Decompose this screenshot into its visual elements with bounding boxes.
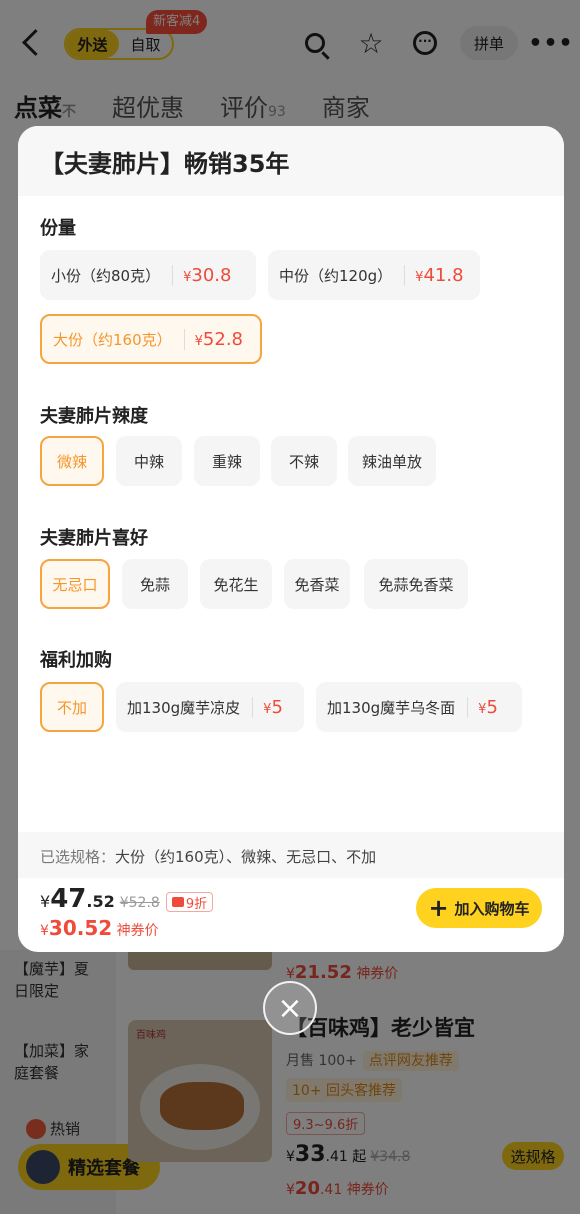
preference-option-no-coriander[interactable]: 免香菜 xyxy=(284,559,350,609)
coupon-price: ¥30.52 神券价 xyxy=(40,916,159,940)
portion-title: 份量 xyxy=(40,218,76,239)
spice-title: 夫妻肺片辣度 xyxy=(40,406,148,427)
spice-option-mild[interactable]: 微辣 xyxy=(40,436,104,486)
addon-option-none[interactable]: 不加 xyxy=(40,682,104,732)
close-modal-icon[interactable]: × xyxy=(263,981,317,1035)
tag-icon xyxy=(171,897,184,907)
add-to-cart-button[interactable]: + 加入购物车 xyxy=(416,888,542,928)
portion-option-medium[interactable]: 中份（约120g） ¥41.8 xyxy=(268,250,480,300)
spec-modal: 【夫妻肺片】畅销35年 份量 小份（约80克） ¥30.8 中份（约120g） … xyxy=(18,126,564,952)
spice-option-none[interactable]: 不辣 xyxy=(271,436,337,486)
discount-tag: 9折 xyxy=(165,892,214,912)
addon-option-konjac-udon[interactable]: 加130g魔芋乌冬面 ¥5 xyxy=(316,682,522,732)
spice-option-oil-separate[interactable]: 辣油单放 xyxy=(348,436,436,486)
portion-option-large[interactable]: 大份（约160克） ¥52.8 xyxy=(40,314,262,364)
preference-option-none[interactable]: 无忌口 xyxy=(40,559,110,609)
preference-option-no-garlic-coriander[interactable]: 免蒜免香菜 xyxy=(364,559,468,609)
selected-spec-summary: 已选规格：大份（约160克）、微辣、无忌口、不加 xyxy=(18,832,564,878)
portion-option-small[interactable]: 小份（约80克） ¥30.8 xyxy=(40,250,256,300)
addon-title: 福利加购 xyxy=(40,650,112,671)
spice-option-medium[interactable]: 中辣 xyxy=(116,436,182,486)
preference-option-no-garlic[interactable]: 免蒜 xyxy=(122,559,188,609)
addon-option-konjac-noodle[interactable]: 加130g魔芋凉皮 ¥5 xyxy=(116,682,304,732)
spice-option-hot[interactable]: 重辣 xyxy=(194,436,260,486)
modal-title: 【夫妻肺片】畅销35年 xyxy=(40,150,290,178)
plus-icon: + xyxy=(428,894,449,922)
original-price: ¥52.8 xyxy=(119,895,160,911)
preference-title: 夫妻肺片喜好 xyxy=(40,528,148,549)
current-price: ¥47.52 ¥52.8 9折 xyxy=(40,884,214,914)
preference-option-no-peanut[interactable]: 免花生 xyxy=(200,559,272,609)
modal-header: 【夫妻肺片】畅销35年 xyxy=(18,126,564,196)
